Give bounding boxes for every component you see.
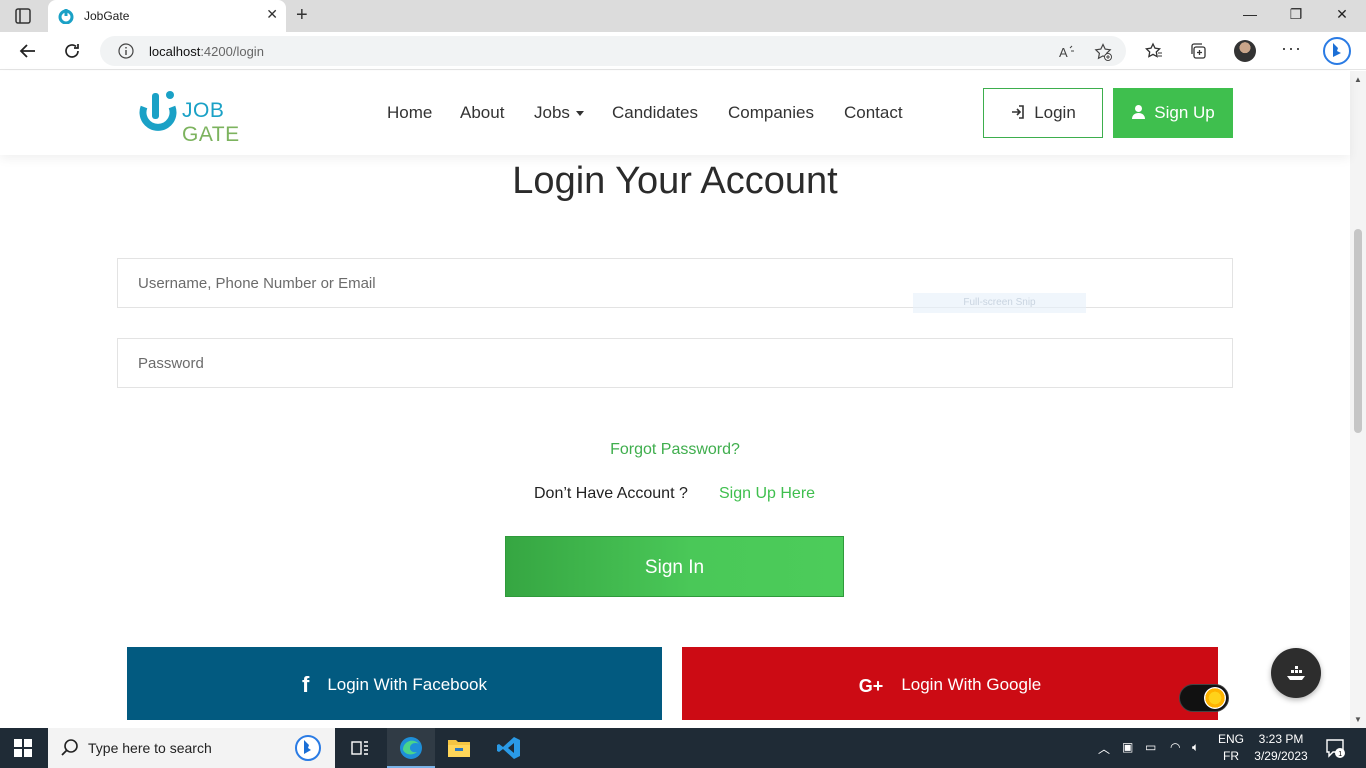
system-clock[interactable]: 3:23 PM 3/29/2023: [1248, 731, 1314, 765]
clock-date: 3/29/2023: [1254, 749, 1308, 763]
taskbar-vscode[interactable]: [485, 728, 533, 768]
site-header: JOB GATE Home About Jobs Candidates Comp…: [0, 71, 1350, 155]
minimize-icon[interactable]: —: [1240, 6, 1260, 22]
notification-count: 1: [1338, 751, 1342, 758]
scroll-down-icon[interactable]: ▼: [1354, 715, 1362, 724]
taskbar-search[interactable]: Type here to search: [48, 728, 335, 768]
sign-in-button[interactable]: Sign In: [505, 536, 844, 597]
scroll-thumb[interactable]: [1354, 229, 1362, 433]
logo-text-gate: GATE: [182, 123, 240, 146]
restore-icon[interactable]: ❐: [1286, 6, 1306, 23]
page-title: Login Your Account: [512, 160, 838, 202]
google-plus-icon: G+: [858, 676, 884, 696]
ship-icon: [1287, 666, 1305, 680]
tab-actions-icon[interactable]: [14, 7, 32, 25]
snip-tooltip: Full-screen Snip: [913, 293, 1086, 313]
vscode-icon: [497, 737, 520, 759]
nav-jobs-dropdown[interactable]: Jobs: [534, 103, 584, 123]
forgot-password-link[interactable]: Forgot Password?: [0, 441, 1350, 459]
sign-in-icon: [1012, 105, 1024, 119]
nav-candidates[interactable]: Candidates: [612, 103, 698, 123]
svg-text:A: A: [1059, 45, 1068, 60]
windows-taskbar: Type here to search ︿ ▣ ▭ ◠ 🔈︎ ENG FR 3:…: [0, 728, 1366, 768]
language-line-1: ENG: [1217, 732, 1244, 746]
url-text: localhost:4200/login: [149, 44, 264, 59]
login-google-label: Login With Google: [901, 675, 1042, 694]
edge-icon: [400, 737, 422, 759]
url-path: :4200/login: [200, 44, 264, 59]
clock-time: 3:23 PM: [1258, 732, 1304, 746]
bing-icon[interactable]: [294, 734, 322, 762]
nav-companies[interactable]: Companies: [728, 103, 814, 123]
read-aloud-icon[interactable]: A: [1058, 43, 1076, 61]
sun-icon: [1204, 687, 1226, 709]
theme-toggle[interactable]: [1179, 684, 1229, 712]
logo-text-job: JOB: [182, 99, 225, 122]
back-icon[interactable]: [18, 41, 38, 61]
nav-home[interactable]: Home: [387, 103, 432, 123]
battery-icon[interactable]: ▭: [1145, 740, 1156, 754]
windows-start-icon[interactable]: [14, 739, 32, 757]
header-signup-button[interactable]: Sign Up: [1113, 88, 1233, 138]
favorites-icon[interactable]: [1145, 42, 1163, 60]
folder-icon: [448, 740, 470, 757]
close-window-icon[interactable]: ✕: [1332, 6, 1352, 23]
header-login-button[interactable]: Login: [983, 88, 1103, 138]
collections-icon[interactable]: [1189, 42, 1207, 60]
language-line-2: FR: [1223, 749, 1239, 763]
browser-tab-jobgate[interactable]: JobGate ✕: [48, 0, 286, 32]
notification-center-icon[interactable]: 1: [1325, 738, 1345, 758]
more-options-icon[interactable]: ···: [1281, 38, 1302, 59]
password-input[interactable]: [117, 338, 1233, 388]
chevron-down-icon: [575, 111, 584, 117]
jobgate-favicon-icon: [58, 9, 74, 24]
taskbar-search-placeholder: Type here to search: [88, 740, 212, 756]
scroll-up-icon[interactable]: ▲: [1354, 75, 1362, 84]
page-scrollbar[interactable]: ▲ ▼: [1350, 71, 1366, 728]
bing-chat-icon[interactable]: [1322, 36, 1352, 66]
header-login-label: Login: [1034, 103, 1076, 122]
user-icon: [1132, 105, 1146, 119]
logo-text: JOB GATE: [182, 99, 284, 147]
address-bar[interactable]: localhost:4200/login A: [100, 36, 1126, 66]
facebook-icon: f: [301, 672, 310, 697]
nav-contact[interactable]: Contact: [844, 103, 903, 123]
task-view-icon: [351, 741, 368, 755]
taskbar-edge[interactable]: [387, 728, 435, 768]
nav-about[interactable]: About: [460, 103, 504, 123]
tab-title: JobGate: [84, 9, 130, 23]
login-facebook-button[interactable]: f Login With Facebook: [127, 647, 662, 720]
task-view-button[interactable]: [336, 728, 384, 768]
new-tab-icon[interactable]: +: [296, 5, 308, 25]
add-favorite-icon[interactable]: [1094, 43, 1112, 61]
search-icon: [61, 739, 78, 756]
taskbar-file-explorer[interactable]: [435, 728, 483, 768]
show-hidden-icons-icon[interactable]: ︿: [1098, 740, 1110, 757]
jobgate-logo[interactable]: JOB GATE: [134, 85, 284, 146]
login-google-button[interactable]: G+ Login With Google: [682, 647, 1218, 720]
browser-tab-bar: JobGate ✕ + — ❐ ✕: [0, 0, 1366, 32]
close-tab-icon[interactable]: ✕: [266, 6, 278, 23]
url-host: localhost: [149, 44, 201, 59]
volume-icon[interactable]: 🔈︎: [1192, 740, 1199, 755]
language-indicator[interactable]: ENG FR: [1214, 731, 1248, 765]
refresh-icon[interactable]: [62, 41, 82, 61]
meet-now-icon[interactable]: ▣: [1122, 740, 1133, 754]
header-signup-label: Sign Up: [1154, 103, 1215, 122]
site-info-icon[interactable]: [118, 43, 134, 59]
no-account-text: Don’t Have Account ?: [534, 485, 688, 502]
browser-toolbar: localhost:4200/login A ···: [0, 32, 1366, 70]
login-facebook-label: Login With Facebook: [327, 675, 488, 694]
nav-jobs-label: Jobs: [534, 103, 570, 122]
floating-action-button[interactable]: [1271, 648, 1321, 698]
wifi-icon[interactable]: ◠: [1170, 740, 1180, 754]
profile-avatar[interactable]: [1234, 40, 1256, 62]
jobgate-logo-icon: [139, 91, 177, 131]
signup-here-link[interactable]: Sign Up Here: [719, 485, 815, 503]
